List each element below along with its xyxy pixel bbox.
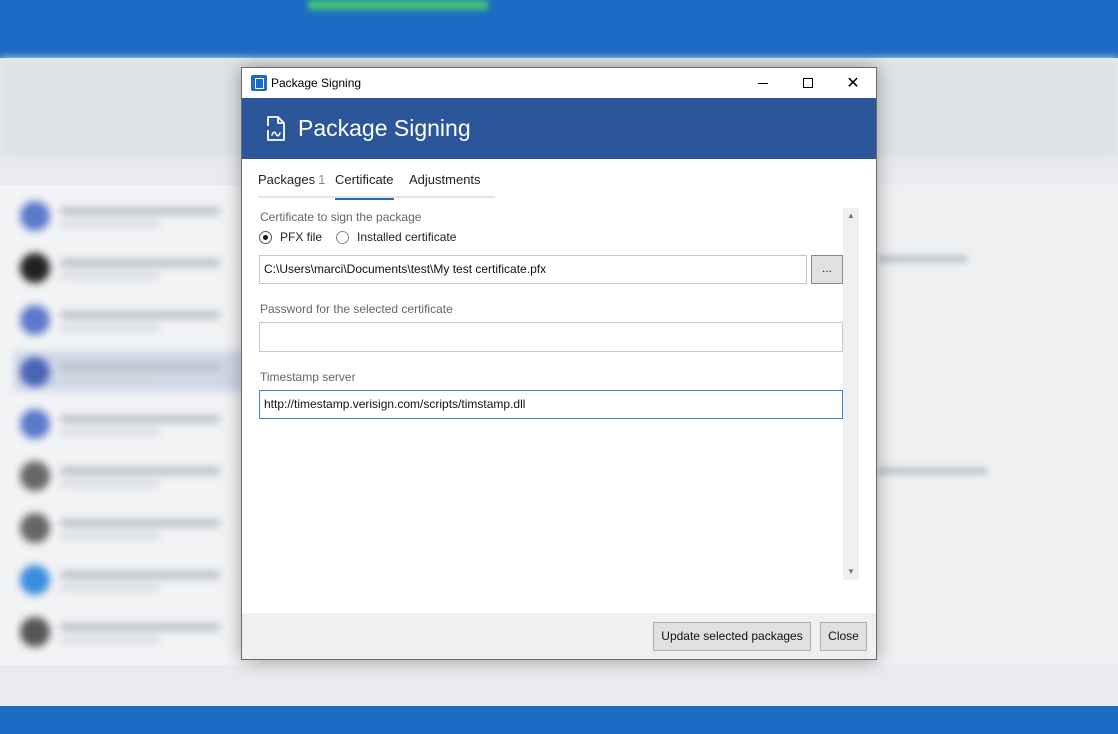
timestamp-server-field[interactable]: http://timestamp.verisign.com/scripts/ti… <box>259 390 843 419</box>
maximize-icon <box>803 78 813 88</box>
document-signature-icon <box>265 116 285 141</box>
update-selected-packages-button[interactable]: Update selected packages <box>653 622 811 651</box>
pfx-file-radio[interactable]: PFX file <box>259 230 322 244</box>
tab-packages-count: 1 <box>318 172 326 187</box>
app-icon <box>251 75 267 91</box>
certificate-panel: Certificate to sign the package PFX file… <box>258 208 844 578</box>
background-progress <box>308 0 488 10</box>
background-list-item <box>14 247 244 287</box>
minimize-button[interactable] <box>740 68 786 98</box>
dialog-header: Package Signing <box>242 98 876 159</box>
window-title: Package Signing <box>271 76 362 90</box>
pfx-file-label: PFX file <box>280 230 323 244</box>
close-window-button[interactable]: ✕ <box>830 68 876 98</box>
certificate-source-group: PFX file Installed certificate <box>259 230 559 248</box>
password-field[interactable] <box>259 322 843 352</box>
background-list-item <box>14 195 244 235</box>
header-title: Package Signing <box>298 115 471 141</box>
tab-certificate[interactable]: Certificate <box>335 171 394 200</box>
close-icon: ✕ <box>846 75 860 92</box>
background-list-item <box>14 455 244 495</box>
pfx-path-field[interactable]: C:\Users\marci\Documents\test\My test ce… <box>259 255 807 284</box>
browse-button[interactable]: ... <box>811 255 843 284</box>
dialog-titlebar[interactable]: Package Signing ✕ <box>242 68 876 98</box>
maximize-button[interactable] <box>785 68 831 98</box>
background-list-item <box>14 403 244 443</box>
timestamp-label: Timestamp server <box>260 370 356 384</box>
background-package-list <box>0 185 260 665</box>
background-list-item <box>14 559 244 599</box>
scroll-up-icon[interactable]: ▲ <box>843 208 859 224</box>
radio-checked-icon <box>259 230 272 244</box>
installed-certificate-radio[interactable]: Installed certificate <box>336 230 456 244</box>
background-titlebar <box>0 0 1118 58</box>
tab-packages[interactable]: Packages 1 <box>258 171 325 196</box>
minimize-icon <box>758 82 768 84</box>
dialog-footer: Update selected packages Close <box>242 613 876 659</box>
background-list-item <box>14 507 244 547</box>
installed-certificate-label: Installed certificate <box>357 230 457 244</box>
background-details <box>878 185 1118 665</box>
background-list-item <box>14 299 244 339</box>
close-button[interactable]: Close <box>820 622 867 651</box>
scroll-down-icon[interactable]: ▼ <box>843 564 859 580</box>
tab-certificate-label: Certificate <box>335 172 394 187</box>
vertical-scrollbar[interactable]: ▲ ▼ <box>843 208 859 580</box>
tab-strip: Packages 1 Certificate Adjustments <box>258 171 495 200</box>
radio-unchecked-icon <box>336 230 349 244</box>
package-signing-dialog: Package Signing ✕ Package Signing Packag… <box>241 67 877 660</box>
background-list-item <box>14 351 244 391</box>
tab-adjustments[interactable]: Adjustments <box>409 171 481 196</box>
tab-packages-label: Packages <box>258 172 316 187</box>
tab-adjustments-label: Adjustments <box>409 172 481 187</box>
background-statusbar <box>0 706 1118 734</box>
background-list-item <box>14 611 244 651</box>
password-label: Password for the selected certificate <box>260 302 453 316</box>
certificate-section-label: Certificate to sign the package <box>260 210 422 224</box>
